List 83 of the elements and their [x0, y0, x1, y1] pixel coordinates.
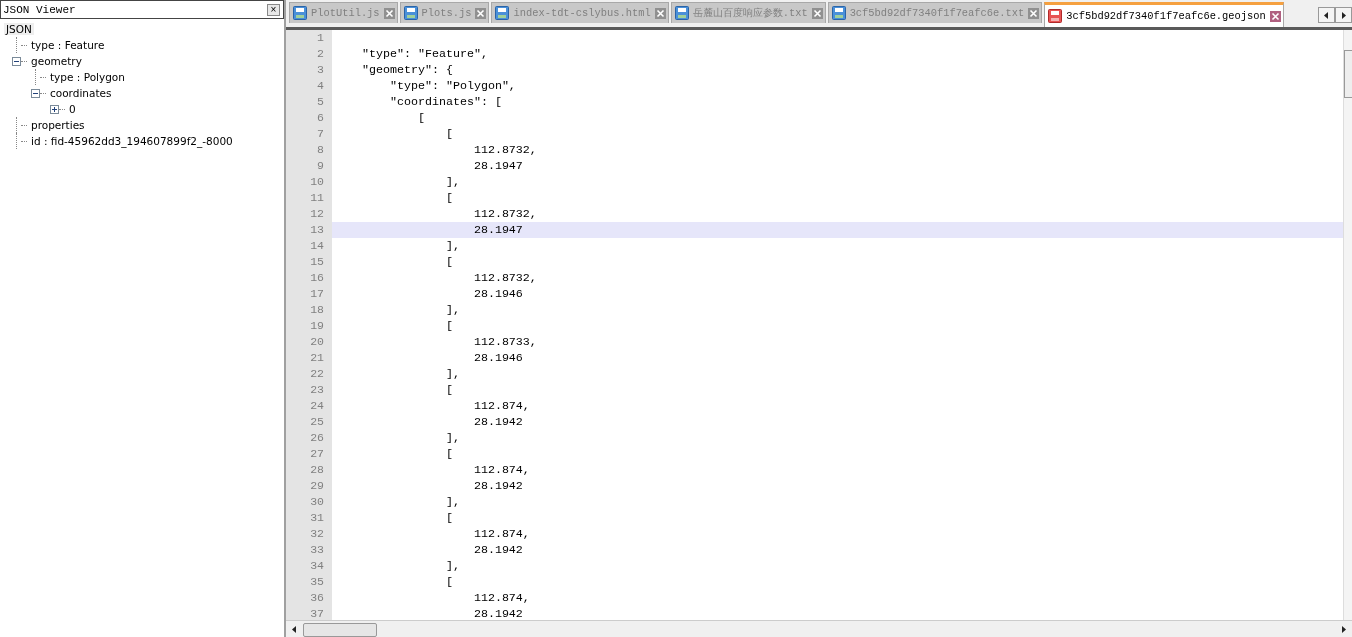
- tree-item[interactable]: 0: [67, 103, 78, 115]
- line-number: 16: [286, 270, 332, 286]
- line-number: 30: [286, 494, 332, 510]
- line-number: 2: [286, 46, 332, 62]
- code-line: 28.1942: [472, 542, 524, 558]
- line-number: 22: [286, 366, 332, 382]
- line-number: 36: [286, 590, 332, 606]
- code-line: "geometry": {: [360, 62, 454, 78]
- code-line: ],: [444, 366, 461, 382]
- code-line: [: [444, 510, 454, 526]
- line-number: 37: [286, 606, 332, 620]
- code-line: [: [444, 254, 454, 270]
- code-line: 28.1946: [472, 350, 524, 366]
- code-line: [: [416, 110, 426, 126]
- code-line: [: [444, 574, 454, 590]
- tree-item[interactable]: type : Polygon: [48, 71, 127, 83]
- code-line: 28.1946: [472, 286, 524, 302]
- code-line: 112.8732,: [472, 142, 538, 158]
- line-number: 19: [286, 318, 332, 334]
- code-line: [: [444, 446, 454, 462]
- tree-item[interactable]: coordinates: [48, 87, 114, 99]
- line-number: 18: [286, 302, 332, 318]
- code-line: 28.1947: [472, 158, 524, 174]
- code-line: 28.1942: [472, 606, 524, 620]
- code-line: ],: [444, 174, 461, 190]
- line-number: 9: [286, 158, 332, 174]
- code-line: 112.874,: [472, 590, 531, 606]
- line-number: 7: [286, 126, 332, 142]
- line-number: 28: [286, 462, 332, 478]
- line-number: 15: [286, 254, 332, 270]
- tree-item[interactable]: id : fid-45962dd3_194607899f2_-8000: [29, 135, 235, 147]
- line-number: 34: [286, 558, 332, 574]
- code-line: 112.874,: [472, 462, 531, 478]
- tree-item[interactable]: geometry: [29, 55, 84, 67]
- line-number: 1: [286, 30, 332, 46]
- line-number: 25: [286, 414, 332, 430]
- line-number: 10: [286, 174, 332, 190]
- code-line: ],: [444, 558, 461, 574]
- tree-item[interactable]: JSON: [4, 23, 34, 35]
- line-number: 26: [286, 430, 332, 446]
- line-number: 21: [286, 350, 332, 366]
- file-tab[interactable]: 3cf5bd92df7340f1f7eafc6e.geojson: [1044, 2, 1284, 27]
- code-line: [: [444, 190, 454, 206]
- code-line: "coordinates": [: [388, 94, 503, 110]
- line-number: 23: [286, 382, 332, 398]
- line-number: 27: [286, 446, 332, 462]
- line-number: 24: [286, 398, 332, 414]
- line-number: 14: [286, 238, 332, 254]
- code-line: 112.874,: [472, 526, 531, 542]
- line-number: 6: [286, 110, 332, 126]
- line-number: 11: [286, 190, 332, 206]
- close-button[interactable]: ×: [267, 3, 280, 16]
- code-line: [: [444, 126, 454, 142]
- code-line: 112.8732,: [472, 206, 538, 222]
- panel-title: JSON Viewer: [3, 3, 76, 16]
- line-number: 4: [286, 78, 332, 94]
- code-line: [: [444, 318, 454, 334]
- line-number: 31: [286, 510, 332, 526]
- code-line: 28.1942: [472, 414, 524, 430]
- line-number: 17: [286, 286, 332, 302]
- line-number: 3: [286, 62, 332, 78]
- line-number: 20: [286, 334, 332, 350]
- tree-item[interactable]: type : Feature: [29, 39, 107, 51]
- code-line: ],: [444, 430, 461, 446]
- code-line: "type": "Polygon",: [388, 78, 517, 94]
- line-number: 35: [286, 574, 332, 590]
- line-number: 12: [286, 206, 332, 222]
- code-line: ],: [444, 238, 461, 254]
- code-line: ],: [444, 494, 461, 510]
- code-line: 112.8732,: [472, 270, 538, 286]
- line-number: 5: [286, 94, 332, 110]
- code-line: 112.874,: [472, 398, 531, 414]
- line-number: 29: [286, 478, 332, 494]
- line-number: 13: [286, 222, 332, 238]
- code-line: 112.8733,: [472, 334, 538, 350]
- line-number: 32: [286, 526, 332, 542]
- code-line: [: [444, 382, 454, 398]
- line-number: 8: [286, 142, 332, 158]
- tree-item[interactable]: properties: [29, 119, 87, 131]
- code-line: "type": "Feature",: [360, 46, 489, 62]
- code-line: ],: [444, 302, 461, 318]
- line-number: 33: [286, 542, 332, 558]
- code-line: 28.1942: [472, 478, 524, 494]
